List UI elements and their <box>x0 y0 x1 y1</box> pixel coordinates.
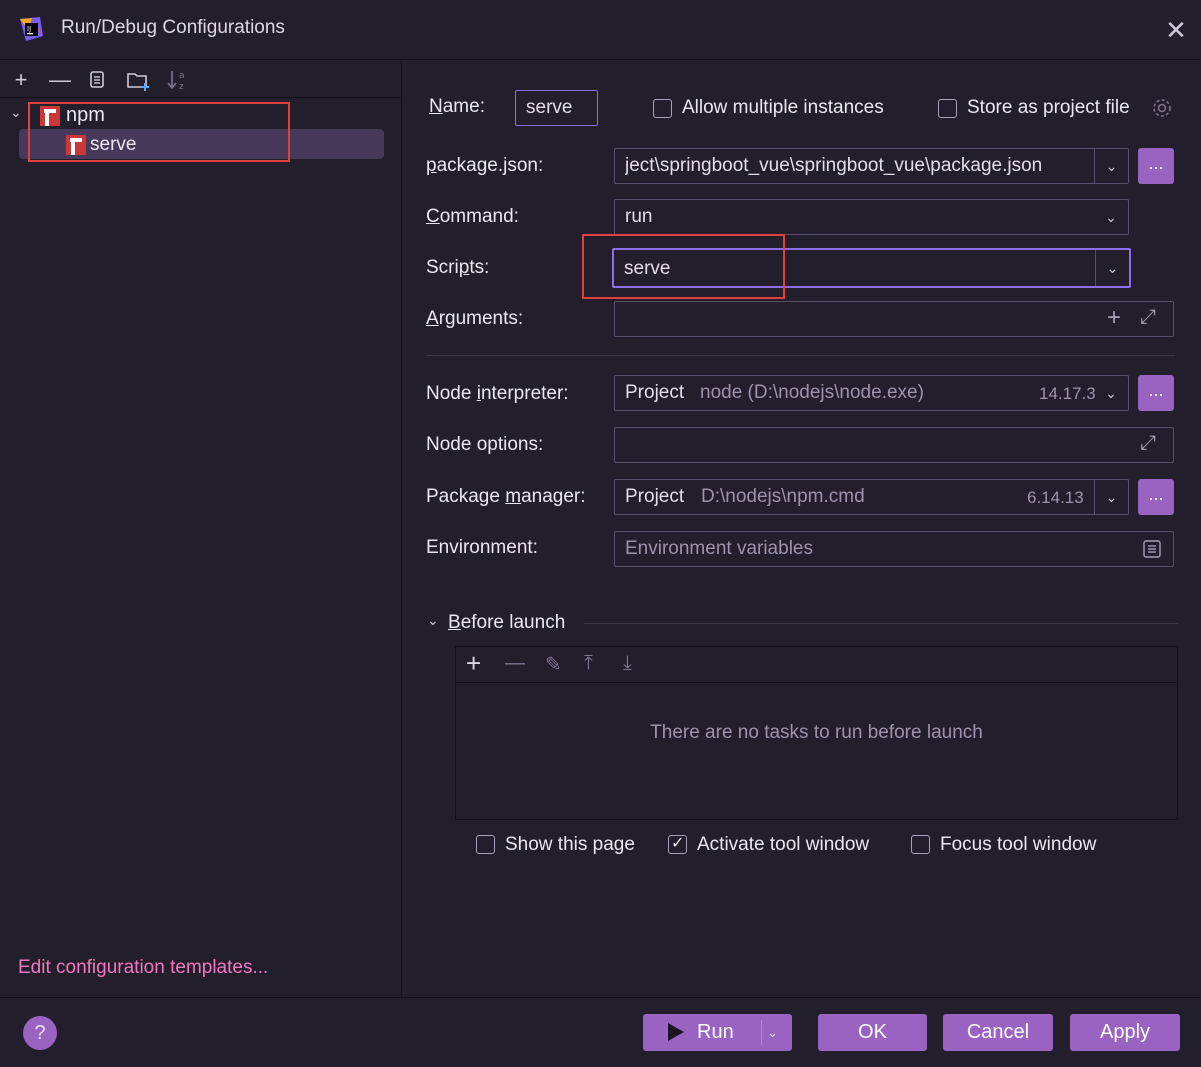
close-icon[interactable]: ✕ <box>1162 16 1190 44</box>
ok-button[interactable]: OK <box>818 1014 927 1051</box>
activate-tool-window-checkbox[interactable] <box>668 833 687 854</box>
cancel-button[interactable]: Cancel <box>943 1014 1053 1051</box>
package-manager-browse-button[interactable]: ... <box>1138 479 1174 515</box>
name-label: Name: <box>429 96 485 117</box>
focus-tool-window-checkbox[interactable] <box>911 835 930 854</box>
node-options-label: Node options: <box>426 434 544 455</box>
move-down-icon[interactable]: ⤓ <box>623 652 632 675</box>
show-page-label: Show this page <box>505 834 635 855</box>
node-interpreter-select[interactable]: Project node (D:\nodejs\node.exe) 14.17.… <box>614 375 1129 411</box>
store-as-file-label: Store as project file <box>967 97 1130 118</box>
arguments-label: Arguments: <box>426 308 524 329</box>
new-folder-icon[interactable] <box>126 70 152 92</box>
activate-tool-window-label: Activate tool window <box>697 834 870 855</box>
chevron-down-icon[interactable]: ⌄ <box>1094 149 1128 183</box>
show-page-checkbox[interactable] <box>476 835 495 854</box>
node-interpreter-kind: Project <box>625 382 685 403</box>
copy-icon[interactable] <box>88 70 108 90</box>
scripts-label: Scripts: <box>426 257 490 278</box>
allow-multiple-label: Allow multiple instances <box>682 97 884 118</box>
separator <box>584 623 1178 624</box>
divider <box>0 97 402 98</box>
apply-button[interactable]: Apply <box>1070 1014 1180 1051</box>
package-json-label: package.json: <box>426 155 544 176</box>
package-json-browse-button[interactable]: ... <box>1138 148 1174 184</box>
package-manager-version: 6.14.13 <box>1027 488 1084 507</box>
play-icon <box>668 1023 684 1041</box>
command-select[interactable]: run ⌄ <box>614 199 1129 235</box>
run-button-label: Run <box>697 1021 734 1043</box>
package-manager-kind: Project <box>625 486 685 507</box>
help-button[interactable]: ? <box>23 1016 57 1050</box>
expand-icon[interactable]: ⤢ <box>1140 432 1156 455</box>
environment-input[interactable]: Environment variables <box>614 531 1174 567</box>
add-icon[interactable]: + <box>1107 304 1121 332</box>
chevron-down-icon[interactable]: ⌄ <box>1094 480 1128 514</box>
add-icon[interactable]: + <box>9 68 33 92</box>
svg-text:IJ: IJ <box>27 25 31 33</box>
remove-icon[interactable]: — <box>505 652 525 675</box>
sort-icon[interactable]: a z <box>166 68 190 92</box>
chevron-down-icon[interactable]: ⌄ <box>767 1014 778 1051</box>
chevron-down-icon[interactable]: ⌄ <box>1095 250 1129 286</box>
separator <box>426 355 1175 356</box>
command-label: Command: <box>426 206 519 227</box>
edit-templates-link[interactable]: Edit configuration templates... <box>18 957 268 979</box>
package-manager-path: D:\nodejs\npm.cmd <box>701 486 865 507</box>
name-input[interactable]: serve <box>515 90 598 126</box>
move-up-icon[interactable]: ⤒ <box>584 652 593 675</box>
package-json-field[interactable]: ject\springboot_vue\springboot_vue\packa… <box>614 148 1129 184</box>
node-interpreter-version: 14.17.3 <box>1039 384 1096 403</box>
window-title: Run/Debug Configurations <box>61 17 285 38</box>
environment-label: Environment: <box>426 537 538 558</box>
remove-icon[interactable]: — <box>48 68 72 92</box>
node-interpreter-browse-button[interactable]: ... <box>1138 375 1174 411</box>
webstorm-app-icon: IJ <box>20 17 43 41</box>
before-launch-empty-text: There are no tasks to run before launch <box>650 722 983 743</box>
highlight-box <box>582 234 785 299</box>
add-icon[interactable]: + <box>466 648 481 679</box>
edit-icon[interactable]: ✎ <box>545 652 562 677</box>
chevron-down-icon[interactable]: ⌄ <box>427 612 439 629</box>
expand-icon[interactable]: ⤢ <box>1140 306 1156 329</box>
node-interpreter-path: node (D:\nodejs\node.exe) <box>700 382 924 403</box>
allow-multiple-checkbox[interactable] <box>653 99 672 118</box>
before-launch-toolbar <box>456 647 1177 683</box>
gear-icon[interactable] <box>1151 97 1173 119</box>
list-icon[interactable] <box>1142 539 1162 559</box>
chevron-down-icon[interactable]: ⌄ <box>1094 200 1128 234</box>
svg-text:z: z <box>179 82 184 92</box>
package-manager-label: Package manager: <box>426 486 586 507</box>
focus-tool-window-label: Focus tool window <box>940 834 1097 855</box>
chevron-down-icon[interactable]: ⌄ <box>1094 376 1128 410</box>
chevron-down-icon[interactable]: ⌄ <box>10 104 22 121</box>
store-as-file-checkbox[interactable] <box>938 99 957 118</box>
arguments-input[interactable]: + ⤢ <box>614 301 1174 337</box>
node-interpreter-label: Node interpreter: <box>426 383 569 404</box>
package-manager-select[interactable]: Project D:\nodejs\npm.cmd 6.14.13 ⌄ <box>614 479 1129 515</box>
divider <box>761 1020 762 1045</box>
run-button[interactable]: Run ⌄ <box>643 1014 792 1051</box>
svg-text:a: a <box>179 71 185 81</box>
highlight-box <box>28 102 290 162</box>
configurations-sidebar <box>0 61 402 997</box>
before-launch-title[interactable]: Before launch <box>448 612 565 634</box>
node-options-input[interactable]: ⤢ <box>614 427 1174 463</box>
